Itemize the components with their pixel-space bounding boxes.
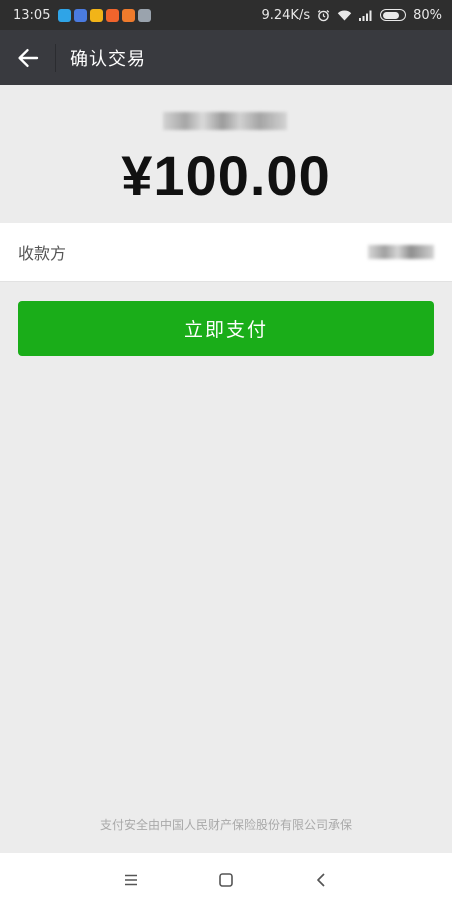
nav-back-button[interactable] <box>274 853 369 907</box>
battery-icon <box>380 9 407 21</box>
notification-app-icon <box>74 8 88 22</box>
nav-menu-button[interactable] <box>84 853 179 907</box>
notification-app-icon <box>106 8 120 22</box>
payment-amount: ¥100.00 <box>121 144 331 207</box>
status-right: 9.24K/s 80% <box>261 8 442 23</box>
pay-now-button[interactable]: 立即支付 <box>18 301 434 356</box>
battery-level <box>382 11 400 19</box>
status-bar: 13:05 9.24K/s 80% <box>0 0 452 30</box>
payee-label: 收款方 <box>18 244 67 263</box>
signal-icon <box>359 10 372 21</box>
alarm-icon <box>317 9 330 21</box>
payee-name-redacted <box>368 245 434 259</box>
insurance-note: 支付安全由中国人民财产保险股份有限公司承保 <box>99 818 352 832</box>
page-title: 确认交易 <box>70 48 146 70</box>
battery-percent: 80% <box>413 7 442 23</box>
back-button[interactable] <box>0 30 55 85</box>
nav-home-button[interactable] <box>179 853 274 907</box>
status-time: 13:05 <box>13 7 51 23</box>
notification-app-icon <box>122 8 136 22</box>
amount-section: ¥100.00 <box>0 85 452 223</box>
title-divider <box>55 43 56 72</box>
system-nav-bar <box>0 853 452 907</box>
notification-icons <box>58 8 152 22</box>
network-speed: 9.24K/s <box>261 7 311 23</box>
menu-icon <box>125 874 137 886</box>
merchant-name-redacted <box>163 112 287 130</box>
home-icon <box>219 873 233 887</box>
payee-row: 收款方 <box>0 223 452 282</box>
wifi-icon <box>337 10 352 21</box>
title-bar: 确认交易 <box>0 30 452 85</box>
back-icon <box>317 873 325 887</box>
notification-app-icon <box>90 8 104 22</box>
notification-app-icon <box>58 8 72 22</box>
notification-app-icon <box>138 8 152 22</box>
arrow-left-icon <box>17 48 38 67</box>
